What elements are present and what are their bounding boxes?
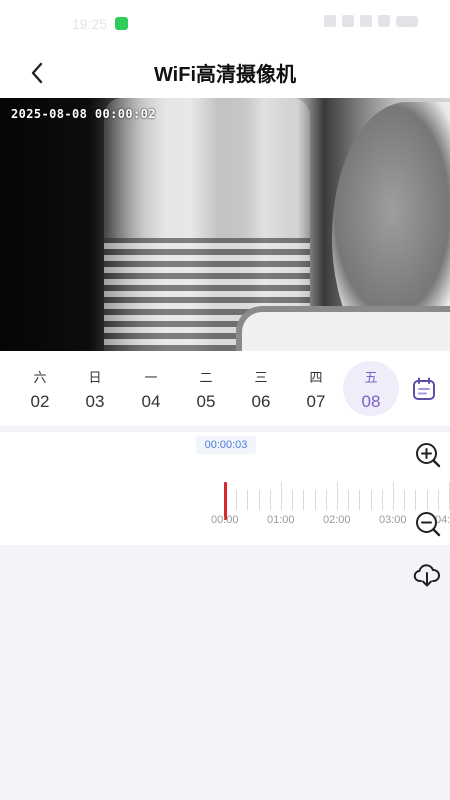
calendar-icon — [413, 377, 435, 400]
current-time-badge: 00:00:03 — [196, 436, 256, 454]
timeline-label: 01:00 — [267, 514, 295, 526]
timeline-tick — [404, 490, 406, 510]
timeline-tick — [381, 490, 383, 510]
timeline-tick — [303, 490, 305, 510]
timeline-tick — [393, 482, 394, 510]
wifi-icon — [360, 15, 372, 27]
zoom-out-button[interactable] — [414, 510, 442, 538]
date-weekday: 日 — [88, 370, 102, 385]
date-item[interactable]: 二 05 — [178, 361, 234, 416]
date-weekday: 二 — [199, 370, 213, 385]
timeline[interactable]: 00:00:03 00:00 01:00 02:00 03:00 04:00 — [0, 432, 450, 545]
page-title: WiFi高清摄像机 — [153, 64, 297, 86]
date-number: 06 — [251, 392, 271, 411]
video-timestamp: 2025-08-08 00:00:02 — [11, 107, 156, 121]
zoom-in-button[interactable] — [414, 441, 442, 469]
timeline-tick — [236, 490, 238, 510]
date-item[interactable]: 一 04 — [123, 361, 179, 416]
mute-icon — [324, 15, 336, 27]
cellular-icon — [378, 15, 390, 27]
zoom-out-icon — [416, 512, 441, 537]
timeline-tick — [269, 490, 271, 510]
timeline-tick — [281, 482, 282, 510]
timeline-tick — [426, 490, 428, 510]
date-number: 02 — [30, 392, 50, 411]
battery-icon — [396, 15, 418, 27]
app-notification-icon — [115, 17, 128, 30]
timeline-tick — [247, 490, 249, 510]
date-item[interactable]: 六 02 — [12, 361, 68, 416]
timeline-tick — [314, 490, 316, 510]
date-item[interactable]: 日 03 — [67, 361, 123, 416]
timeline-tick — [415, 490, 417, 510]
timeline-label: 03:00 — [379, 514, 407, 526]
date-weekday: 五 — [364, 370, 378, 385]
timeline-tick — [359, 490, 361, 510]
date-item[interactable]: 四 07 — [288, 361, 344, 416]
status-bar: 19:25 — [0, 0, 450, 48]
date-number: 05 — [196, 392, 216, 411]
status-time: 19:25 — [72, 16, 108, 32]
date-number: 07 — [306, 392, 326, 411]
timeline-tick — [437, 490, 439, 510]
date-item-selected[interactable]: 五 08 — [343, 361, 399, 416]
date-item[interactable]: 三 06 — [233, 361, 289, 416]
timeline-tick — [337, 482, 338, 510]
date-weekday: 四 — [309, 370, 323, 385]
date-number: 08 — [361, 392, 381, 411]
timeline-tick — [348, 490, 350, 510]
timeline-label: 00:00 — [211, 514, 239, 526]
nav-bar: WiFi高清摄像机 — [0, 48, 450, 98]
date-weekday: 三 — [254, 370, 268, 385]
timeline-label: 02:00 — [323, 514, 351, 526]
date-number: 03 — [85, 392, 105, 411]
timeline-tick — [325, 490, 327, 510]
timeline-tick — [292, 490, 294, 510]
timeline-tick — [258, 490, 260, 510]
date-selector: 六 02 日 03 一 04 二 05 三 06 四 07 五 08 — [0, 351, 450, 426]
date-weekday: 六 — [33, 370, 47, 385]
signal-icon — [342, 15, 354, 27]
date-number: 04 — [141, 392, 161, 411]
calendar-button[interactable] — [408, 373, 440, 405]
zoom-in-icon — [416, 443, 441, 468]
timeline-tick — [370, 490, 372, 510]
cloud-download-icon — [413, 564, 440, 587]
date-weekday: 一 — [144, 370, 158, 385]
download-button[interactable] — [413, 561, 441, 589]
status-indicators — [324, 15, 418, 27]
